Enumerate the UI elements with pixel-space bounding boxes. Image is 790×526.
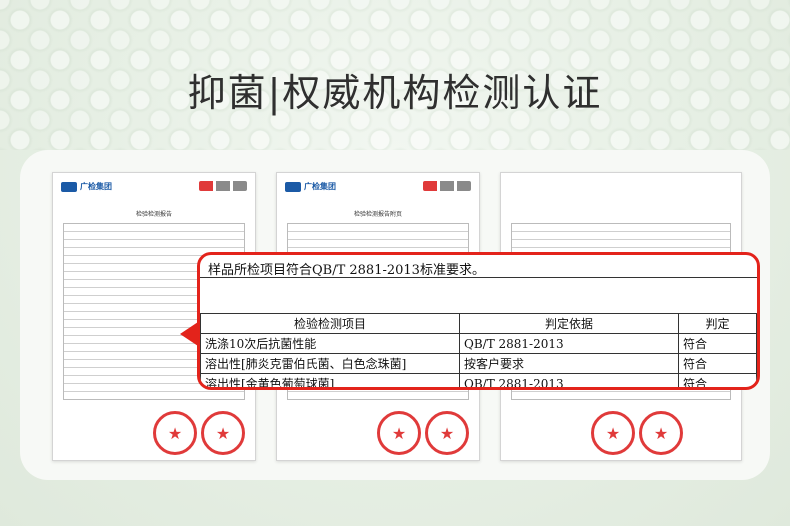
red-seal-icon: ★	[639, 411, 683, 455]
zoomed-callout: 样品所检项目符合QB/T 2881-2013标准要求。 检验检测项目 判定依据 …	[197, 252, 760, 390]
column-header: 判定	[678, 313, 757, 334]
page-title: 抑菌|权威机构检测认证	[187, 71, 603, 115]
table-row: 洗涤10次后抗菌性能 QB/T 2881-2013 符合	[200, 333, 757, 354]
divider	[200, 277, 757, 278]
gttc-logo: 广检集团	[285, 181, 336, 192]
table-cell: QB/T 2881-2013	[459, 373, 679, 387]
red-seal-icon: ★	[377, 411, 421, 455]
table-cell: 溶出性[肺炎克雷伯氏菌、白色念珠菌]	[200, 353, 460, 374]
report-heading: 检验检测报告附页	[353, 211, 402, 218]
table-cell: 符合	[678, 373, 757, 387]
gttc-logo: 广检集团	[61, 181, 112, 192]
table-cell: 溶出性[金黄色葡萄球菌]	[200, 373, 460, 387]
red-seal-icon: ★	[201, 411, 245, 455]
logo-icon	[61, 181, 77, 192]
table-header-row: 检验检测项目 判定依据 判定	[200, 313, 757, 334]
table-cell: QB/T 2881-2013	[459, 333, 679, 354]
red-seal-icon: ★	[425, 411, 469, 455]
red-seal-icon: ★	[591, 411, 635, 455]
results-table: 检验检测项目 判定依据 判定 洗涤10次后抗菌性能 QB/T 2881-2013…	[200, 313, 757, 387]
logo-icon	[285, 181, 301, 192]
red-seal-icon: ★	[153, 411, 197, 455]
callout-pointer	[180, 322, 198, 346]
table-cell: 按客户要求	[459, 353, 679, 374]
accreditation-marks	[423, 181, 471, 191]
table-cell: 洗涤10次后抗菌性能	[200, 333, 460, 354]
table-cell: 符合	[678, 353, 757, 374]
callout-heading: 样品所检项目符合QB/T 2881-2013标准要求。	[208, 263, 485, 278]
report-heading: 检验检测报告	[135, 211, 172, 218]
table-row: 溶出性[金黄色葡萄球菌] QB/T 2881-2013 符合	[200, 373, 757, 387]
accreditation-marks	[199, 181, 247, 191]
column-header: 判定依据	[459, 313, 679, 334]
column-header: 检验检测项目	[200, 313, 460, 334]
table-cell: 符合	[678, 333, 757, 354]
table-row: 溶出性[肺炎克雷伯氏菌、白色念珠菌] 按客户要求 符合	[200, 353, 757, 374]
